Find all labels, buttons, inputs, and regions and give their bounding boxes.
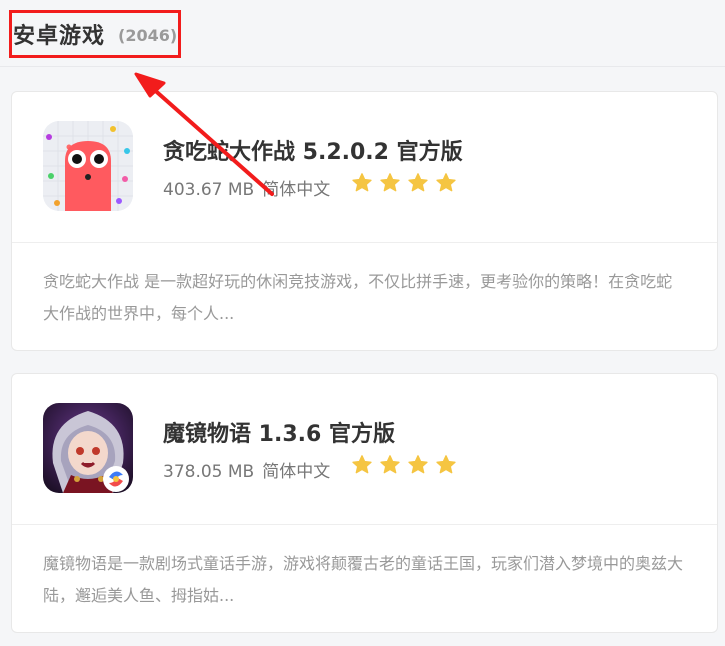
game-meta: 378.05 MB 简体中文 bbox=[163, 457, 330, 482]
star-icon bbox=[408, 455, 428, 474]
game-description: 魔镜物语是一款剧场式童话手游，游戏将颠覆古老的童话王国，玩家们潜入梦境中的奥兹大… bbox=[43, 554, 684, 605]
star-icon bbox=[380, 173, 400, 192]
page: 安卓游戏 (2046) 贪吃蛇大作战 5.2.0.2 官方版 403.67 MB… bbox=[0, 0, 725, 646]
star-icon bbox=[408, 173, 428, 192]
game-language: 简体中文 bbox=[262, 462, 331, 482]
magic-mirror-game-icon[interactable] bbox=[43, 403, 133, 493]
star-icon bbox=[352, 173, 372, 192]
star-icon bbox=[380, 455, 400, 474]
game-card-header: 魔镜物语 1.3.6 官方版 378.05 MB 简体中文 bbox=[12, 374, 717, 525]
game-card-header: 贪吃蛇大作战 5.2.0.2 官方版 403.67 MB 简体中文 bbox=[12, 92, 717, 243]
game-meta: 403.67 MB 简体中文 bbox=[163, 175, 330, 200]
star-icon bbox=[436, 173, 456, 192]
game-size: 378.05 MB bbox=[163, 462, 255, 482]
game-language: 简体中文 bbox=[262, 180, 331, 200]
section-title[interactable]: 安卓游戏 bbox=[13, 18, 105, 50]
rating-stars bbox=[351, 172, 458, 196]
star-icon bbox=[352, 455, 372, 474]
game-title[interactable]: 贪吃蛇大作战 5.2.0.2 官方版 bbox=[163, 134, 463, 166]
game-title[interactable]: 魔镜物语 1.3.6 官方版 bbox=[163, 416, 395, 448]
game-card[interactable]: 魔镜物语 1.3.6 官方版 378.05 MB 简体中文 魔镜物语是一款剧场式童… bbox=[11, 373, 718, 633]
game-description: 贪吃蛇大作战 是一款超好玩的休闲竞技游戏，不仅比拼手速，更考验你的策略！在贪吃蛇… bbox=[43, 272, 673, 323]
game-card[interactable]: 贪吃蛇大作战 5.2.0.2 官方版 403.67 MB 简体中文 贪吃蛇大作战 … bbox=[11, 91, 718, 351]
rating-stars bbox=[351, 454, 458, 478]
star-icon bbox=[436, 455, 456, 474]
section-header: 安卓游戏 (2046) bbox=[0, 0, 725, 67]
snake-game-icon[interactable] bbox=[43, 121, 133, 211]
section-count: (2046) bbox=[118, 26, 178, 45]
game-size: 403.67 MB bbox=[163, 180, 255, 200]
